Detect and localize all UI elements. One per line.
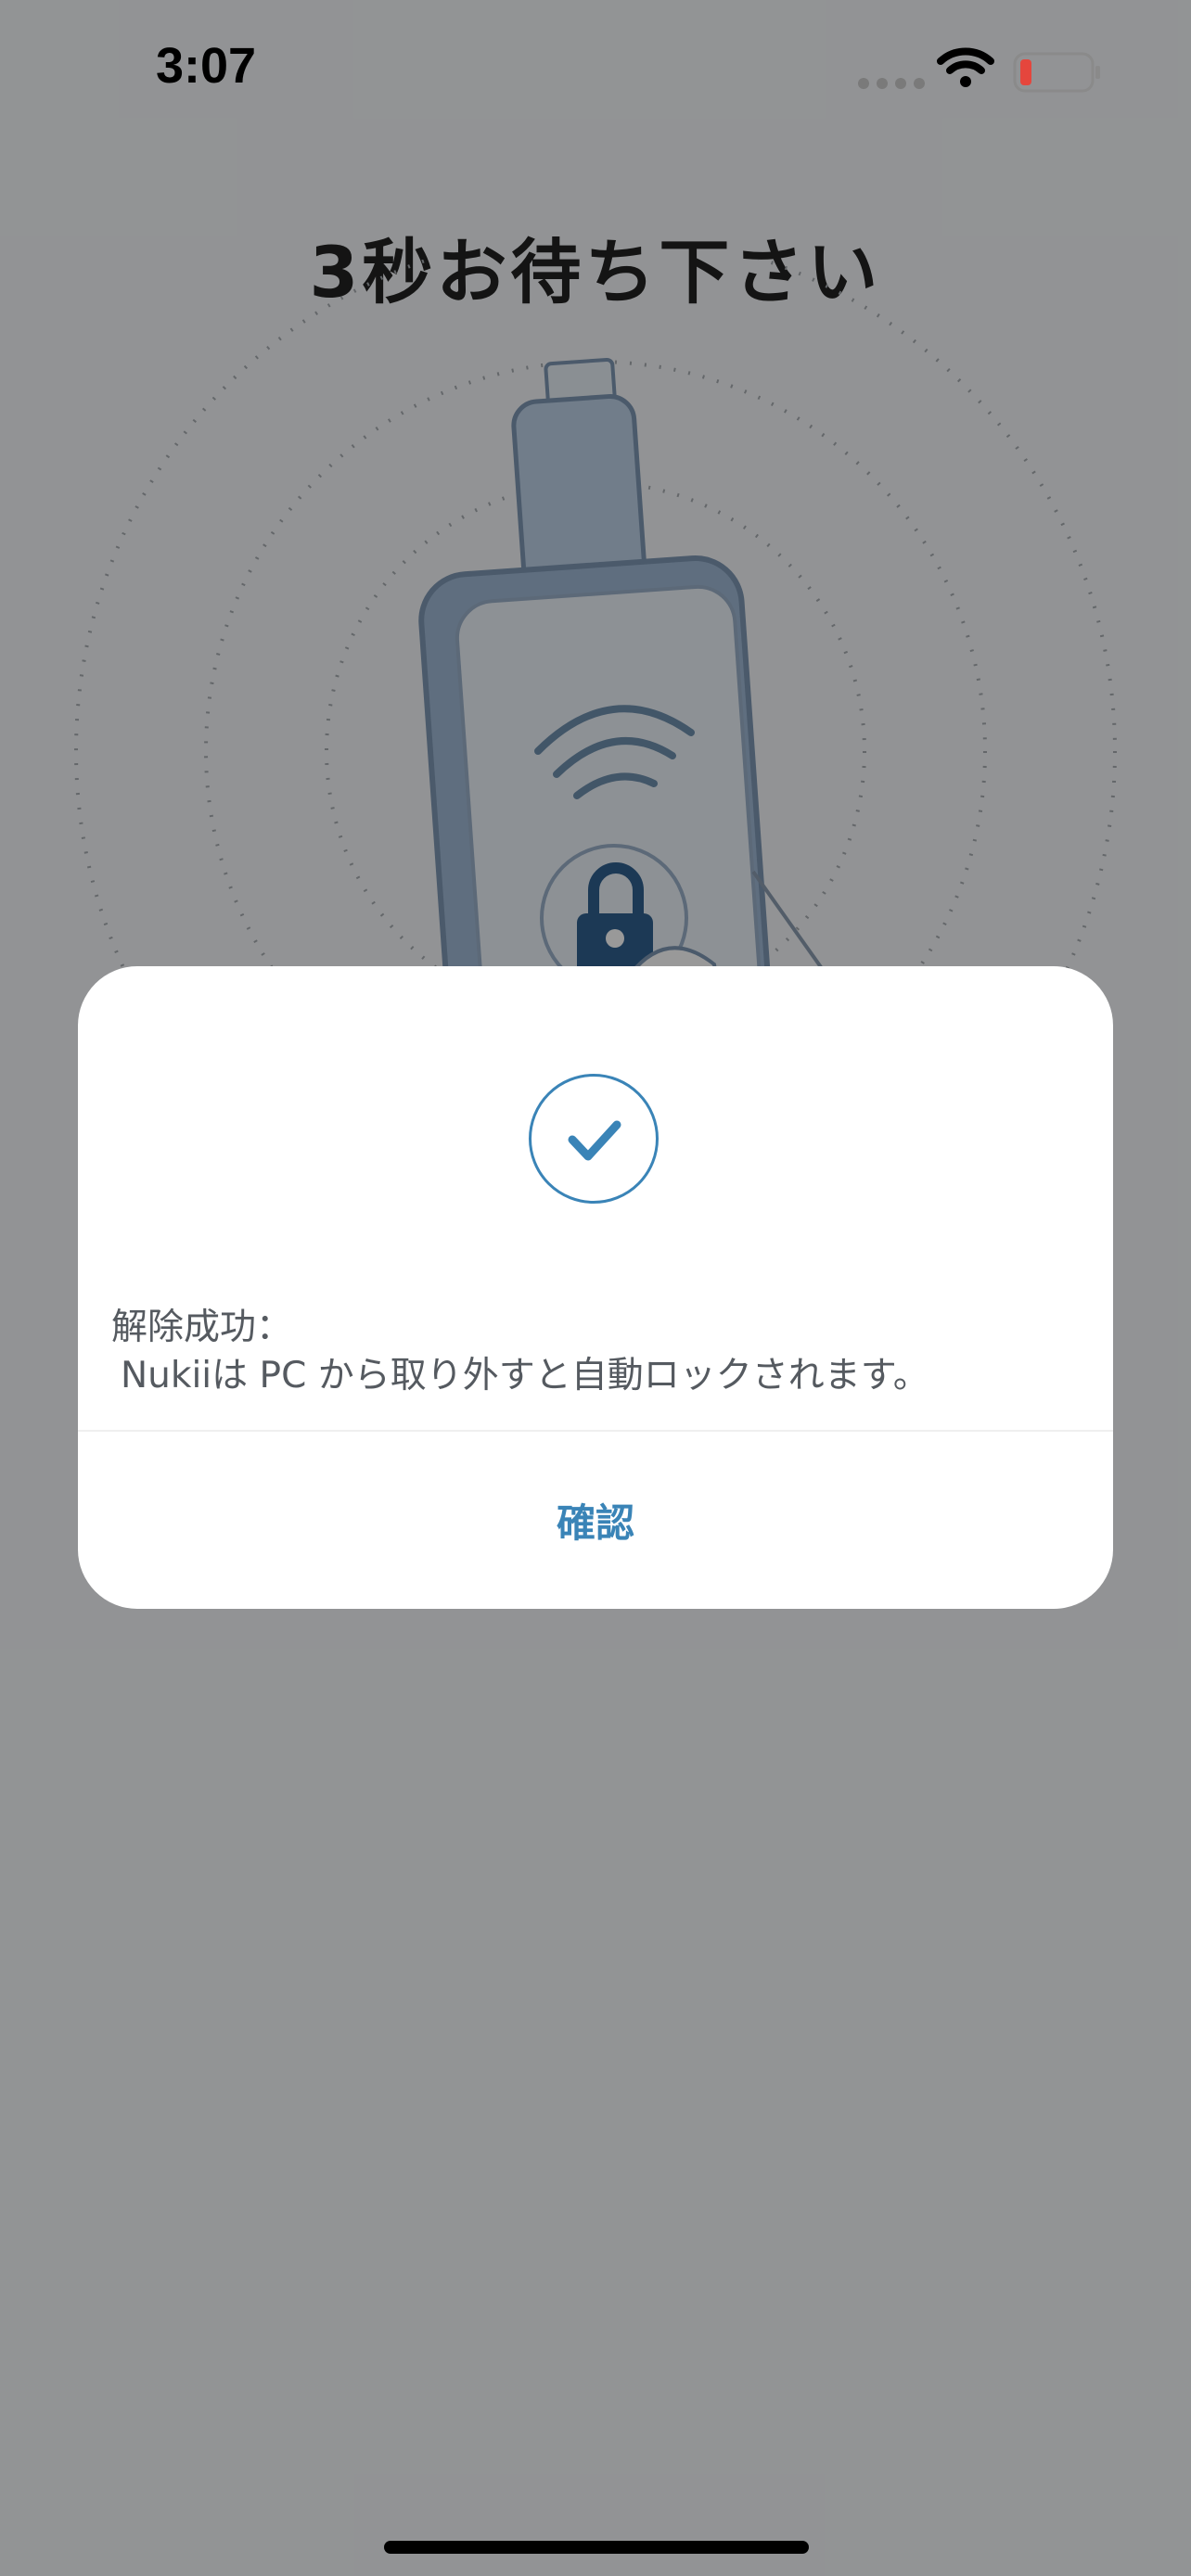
screen: 3:07 3秒お待ち下さい 解除成功： Nukiiは PC から取り外すと自動ロ… bbox=[0, 0, 1191, 2576]
battery-icon bbox=[1013, 52, 1102, 96]
cellular-signal-icon bbox=[858, 78, 925, 89]
message-title: 解除成功： bbox=[111, 1307, 293, 1348]
confirm-button[interactable]: 確認 bbox=[78, 1432, 1113, 1609]
check-circle-icon bbox=[529, 1074, 659, 1204]
unlock-success-dialog: 解除成功： Nukiiは PC から取り外すと自動ロックされます。 確認 bbox=[78, 966, 1113, 1609]
home-indicator[interactable] bbox=[384, 2541, 809, 2554]
status-time: 3:07 bbox=[156, 38, 257, 94]
wifi-icon bbox=[937, 46, 994, 93]
message-body: Nukiiは PC から取り外すと自動ロックされます。 bbox=[121, 1355, 929, 1396]
